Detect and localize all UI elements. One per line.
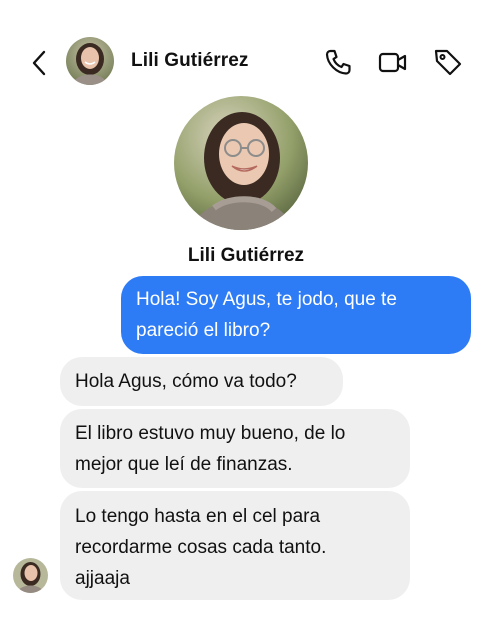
contact-avatar[interactable] xyxy=(66,37,114,85)
message-line: Lo tengo hasta en el cel para xyxy=(75,506,321,527)
message-line: Hola! Soy Agus, te jodo, que te xyxy=(136,289,397,310)
tag-icon xyxy=(434,49,462,76)
chat-window: Lili Gutiérrez Lili Gutiérrez Hola! Soy … xyxy=(0,0,485,637)
message-bubble-incoming[interactable]: Lo tengo hasta en el cel para recordarme… xyxy=(60,491,410,600)
message-bubble-incoming[interactable]: Hola Agus, cómo va todo? xyxy=(60,357,343,406)
message-bubble-outgoing[interactable]: Hola! Soy Agus, te jodo, que te pareció … xyxy=(121,276,471,354)
phone-icon xyxy=(325,49,351,75)
message-line: mejor que leí de finanzas. xyxy=(75,454,293,475)
profile-avatar[interactable] xyxy=(174,96,308,230)
contact-name[interactable]: Lili Gutiérrez xyxy=(131,50,249,72)
message-line: recordarme cosas cada tanto. xyxy=(75,537,327,558)
video-call-button[interactable] xyxy=(377,46,409,78)
profile-name: Lili Gutiérrez xyxy=(187,245,305,266)
chevron-left-icon xyxy=(32,50,46,76)
message-line: Hola Agus, cómo va todo? xyxy=(75,371,297,392)
back-button[interactable] xyxy=(28,48,52,78)
call-button[interactable] xyxy=(322,46,354,78)
sender-avatar[interactable] xyxy=(13,558,48,593)
message-bubble-incoming[interactable]: El libro estuvo muy bueno, de lo mejor q… xyxy=(60,409,410,488)
message-line: El libro estuvo muy bueno, de lo xyxy=(75,423,346,444)
message-line: pareció el libro? xyxy=(136,320,271,341)
chat-header: Lili Gutiérrez xyxy=(0,36,485,90)
video-camera-icon xyxy=(378,52,407,73)
message-line: ajjaaja xyxy=(75,568,130,589)
tag-button[interactable] xyxy=(432,46,464,78)
